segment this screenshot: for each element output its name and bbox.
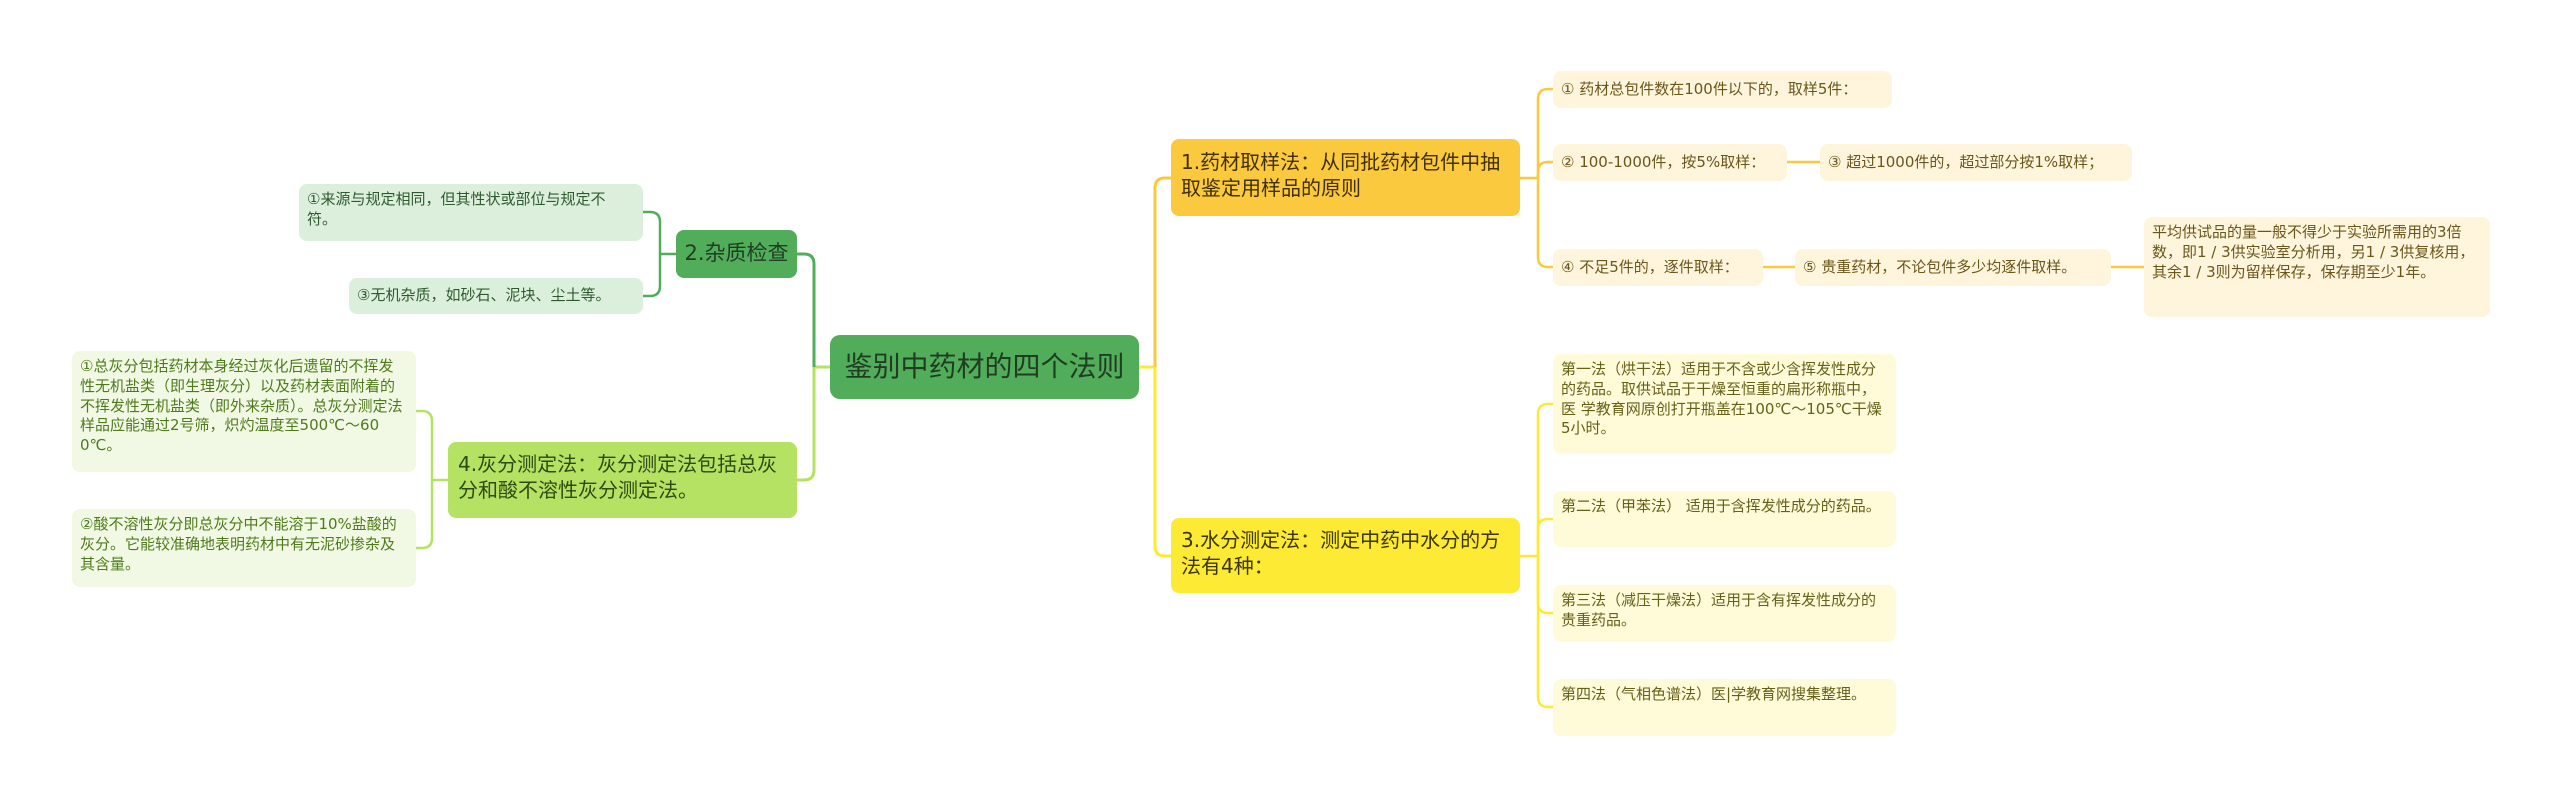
leaf-text: 第二法（甲苯法） 适用于含挥发性成分的药品。 [1561, 497, 1881, 515]
link-impurity-leaf2 [643, 254, 662, 298]
link-impurity-leaf1 [643, 210, 676, 256]
water-item-4[interactable]: 第四法（气相色谱法）医|学教育网搜集整理。 [1553, 679, 1896, 736]
water-item-3[interactable]: 第三法（减压干燥法）适用于含有挥发性成分的贵重药品。 [1553, 585, 1896, 642]
leaf-text: 平均供试品的量一般不得少于实验所需用的3倍数，即1 / 3供实验室分析用，另1 … [2152, 223, 2475, 281]
link-root-impurity [797, 252, 816, 367]
sampling-item-1[interactable]: ① 药材总包件数在100件以下的，取样5件： [1553, 71, 1892, 108]
leaf-text: 第四法（气相色谱法）医|学教育网搜集整理。 [1561, 685, 1867, 703]
root-topic-label: 鉴别中药材的四个法则 [844, 349, 1125, 383]
sampling-item-5[interactable]: ⑤ 贵重药材，不论包件多少均逐件取样。 [1795, 249, 2111, 286]
sampling-item-6[interactable]: 平均供试品的量一般不得少于实验所需用的3倍数，即1 / 3供实验室分析用，另1 … [2144, 217, 2490, 317]
link-root-sampling [1153, 176, 1171, 367]
leaf-text: ④ 不足5件的，逐件取样： [1561, 257, 1739, 276]
sampling-item-4[interactable]: ④ 不足5件的，逐件取样： [1553, 249, 1763, 286]
branch-label: 2.杂质检查 [684, 241, 789, 266]
branch-water-determination[interactable]: 3.水分测定法：测定中药中水分的方法有4种： [1171, 518, 1520, 593]
ash-leaf-1[interactable]: ①总灰分包括药材本身经过灰化后遗留的不挥发性无机盐类（即生理灰分）以及药材表面附… [72, 351, 416, 472]
leaf-text: 第一法（烘干法）适用于不含或少含挥发性成分的药品。取供试品于干燥至恒重的扁形称瓶… [1561, 360, 1882, 438]
link-ash-leaf2 [416, 480, 434, 550]
leaf-text: ② 100-1000件，按5%取样： [1561, 152, 1766, 171]
impurity-leaf-1[interactable]: ①来源与规定相同，但其性状或部位与规定不符。 [299, 184, 643, 241]
link-sampling-item4 [1536, 178, 1553, 269]
branch-ash-determination[interactable]: 4.灰分测定法：灰分测定法包括总灰分和酸不溶性灰分测定法。 [448, 442, 797, 518]
branch-label: 4.灰分测定法：灰分测定法包括总灰分和酸不溶性灰分测定法。 [458, 452, 778, 503]
leaf-text: ⑤ 贵重药材，不论包件多少均逐件取样。 [1803, 257, 2077, 276]
leaf-text: ①来源与规定相同，但其性状或部位与规定不符。 [307, 190, 606, 228]
link-water-item4 [1536, 556, 1553, 709]
impurity-leaf-2[interactable]: ③无机杂质，如砂石、泥块、尘土等。 [349, 278, 643, 314]
leaf-text: 第三法（减压干燥法）适用于含有挥发性成分的贵重药品。 [1561, 591, 1877, 629]
link-water-item3 [1536, 556, 1553, 615]
water-item-2[interactable]: 第二法（甲苯法） 适用于含挥发性成分的药品。 [1553, 491, 1896, 547]
leaf-text: ③无机杂质，如砂石、泥块、尘土等。 [357, 286, 611, 305]
ash-leaf-2[interactable]: ②酸不溶性灰分即总灰分中不能溶于10%盐酸的灰分。它能较准确地表明药材中有无泥砂… [72, 509, 416, 587]
link-water-item1 [1536, 402, 1553, 556]
root-topic[interactable]: 鉴别中药材的四个法则 [830, 335, 1139, 399]
link-root-ash [797, 367, 816, 482]
leaf-text: ③ 超过1000件的，超过部分按1%取样； [1828, 152, 2104, 171]
sampling-item-2[interactable]: ② 100-1000件，按5%取样： [1553, 144, 1787, 181]
branch-impurity-check[interactable]: 2.杂质检查 [676, 230, 797, 278]
link-water-item2 [1536, 517, 1553, 556]
link-sampling-item2 [1536, 160, 1553, 178]
leaf-text: ① 药材总包件数在100件以下的，取样5件： [1561, 79, 1858, 98]
sampling-item-3[interactable]: ③ 超过1000件的，超过部分按1%取样； [1820, 144, 2132, 181]
water-item-1[interactable]: 第一法（烘干法）适用于不含或少含挥发性成分的药品。取供试品于干燥至恒重的扁形称瓶… [1553, 354, 1896, 454]
link-root-water [1153, 367, 1171, 558]
leaf-text: ②酸不溶性灰分即总灰分中不能溶于10%盐酸的灰分。它能较准确地表明药材中有无泥砂… [80, 515, 397, 573]
link-ash-leaf1 [416, 409, 448, 482]
leaf-text: ①总灰分包括药材本身经过灰化后遗留的不挥发性无机盐类（即生理灰分）以及药材表面附… [80, 357, 403, 455]
link-sampling-item1 [1536, 87, 1553, 178]
branch-label: 3.水分测定法：测定中药中水分的方法有4种： [1181, 528, 1501, 579]
branch-label: 1.药材取样法：从同批药材包件中抽取鉴定用样品的原则 [1181, 150, 1501, 201]
branch-sampling-method[interactable]: 1.药材取样法：从同批药材包件中抽取鉴定用样品的原则 [1171, 139, 1520, 216]
